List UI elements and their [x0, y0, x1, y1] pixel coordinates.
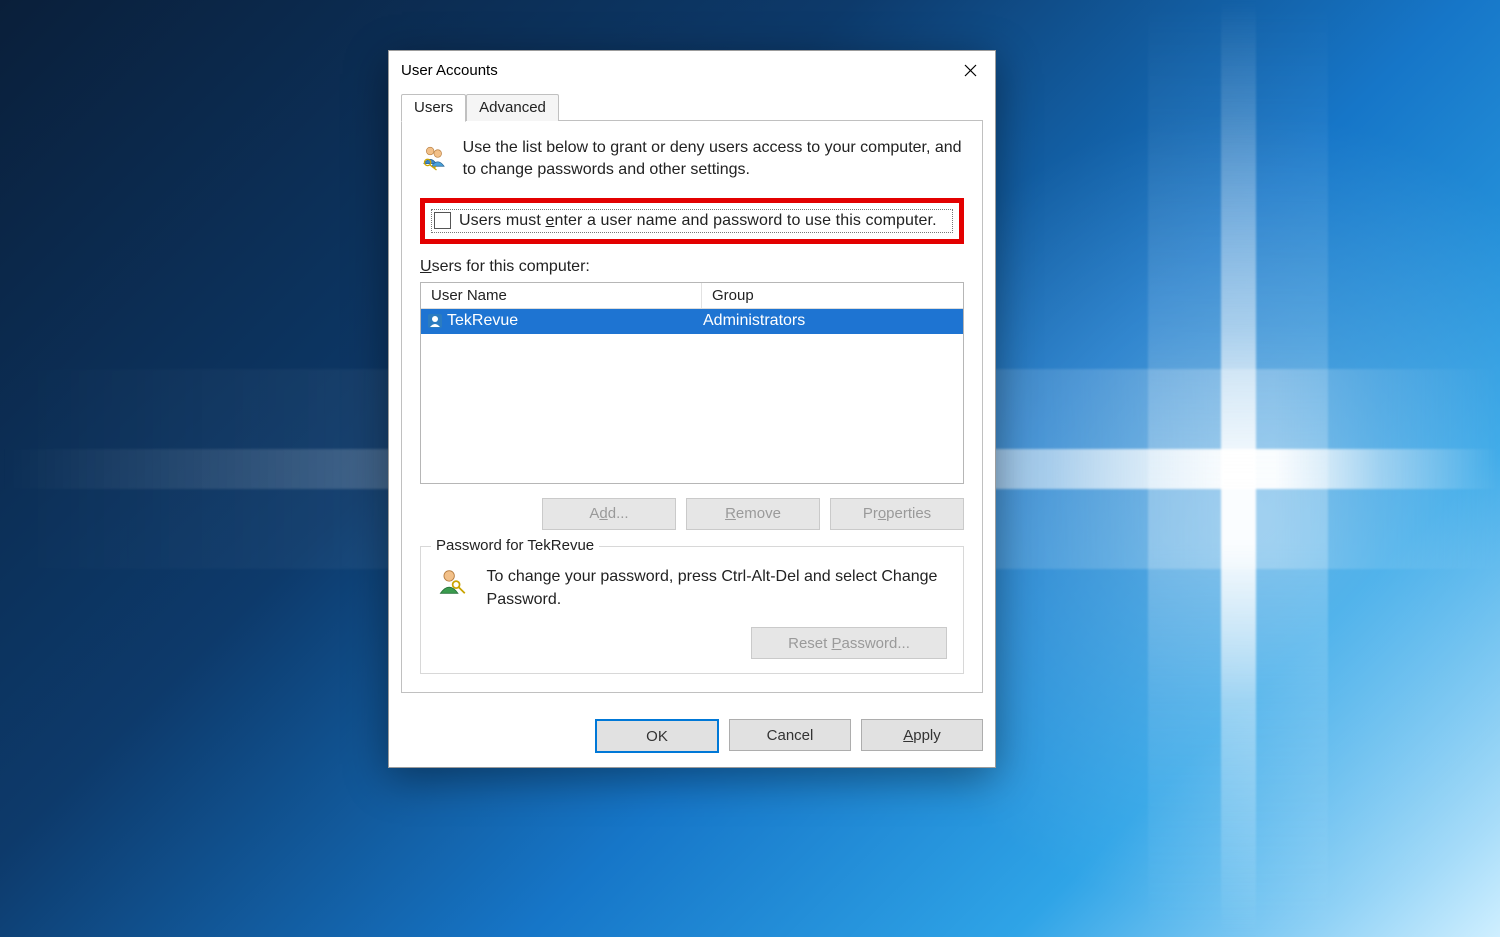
- users-for-computer-label: Users for this computer:: [420, 258, 964, 276]
- require-password-checkbox[interactable]: [434, 212, 451, 229]
- dialog-title: User Accounts: [401, 62, 945, 79]
- password-groupbox: Password for TekRevue To change your pas…: [420, 546, 964, 674]
- cell-username: TekRevue: [421, 309, 697, 334]
- cancel-button[interactable]: Cancel: [729, 719, 851, 751]
- close-icon: [964, 64, 977, 77]
- col-header-group[interactable]: Group: [702, 283, 963, 308]
- users-listview[interactable]: User Name Group TekRevue Administ: [420, 282, 964, 484]
- apply-button[interactable]: Apply: [861, 719, 983, 751]
- user-accounts-dialog: User Accounts Users Advanced: [388, 50, 996, 768]
- ok-button[interactable]: OK: [595, 719, 719, 753]
- add-button[interactable]: Add...: [542, 498, 676, 530]
- user-account-icon: [427, 313, 443, 329]
- intro-row: Use the list below to grant or deny user…: [420, 137, 964, 182]
- highlighted-checkbox-area: Users must enter a user name and passwor…: [420, 198, 964, 244]
- users-tab-panel: Use the list below to grant or deny user…: [401, 120, 983, 693]
- tab-users[interactable]: Users: [401, 94, 466, 122]
- cell-group: Administrators: [697, 309, 963, 334]
- user-buttons-row: Add... Remove Properties: [420, 498, 964, 530]
- intro-text: Use the list below to grant or deny user…: [463, 137, 964, 182]
- password-groupbox-legend: Password for TekRevue: [431, 537, 599, 554]
- user-key-icon: [437, 565, 467, 599]
- require-password-checkbox-row[interactable]: Users must enter a user name and passwor…: [431, 209, 953, 233]
- reset-password-button[interactable]: Reset Password...: [751, 627, 947, 659]
- remove-button[interactable]: Remove: [686, 498, 820, 530]
- listview-header[interactable]: User Name Group: [421, 283, 963, 309]
- users-keys-icon: [420, 137, 447, 179]
- dialog-footer: OK Cancel Apply: [389, 705, 995, 767]
- tab-row: Users Advanced: [401, 93, 983, 120]
- titlebar[interactable]: User Accounts: [389, 51, 995, 89]
- password-groupbox-text: To change your password, press Ctrl-Alt-…: [487, 565, 947, 611]
- tab-advanced[interactable]: Advanced: [466, 94, 559, 121]
- desktop-background: User Accounts Users Advanced: [0, 0, 1500, 937]
- properties-button[interactable]: Properties: [830, 498, 964, 530]
- close-button[interactable]: [945, 51, 995, 89]
- col-header-username[interactable]: User Name: [421, 283, 702, 308]
- require-password-label: Users must enter a user name and passwor…: [459, 212, 937, 230]
- listview-row[interactable]: TekRevue Administrators: [421, 309, 963, 334]
